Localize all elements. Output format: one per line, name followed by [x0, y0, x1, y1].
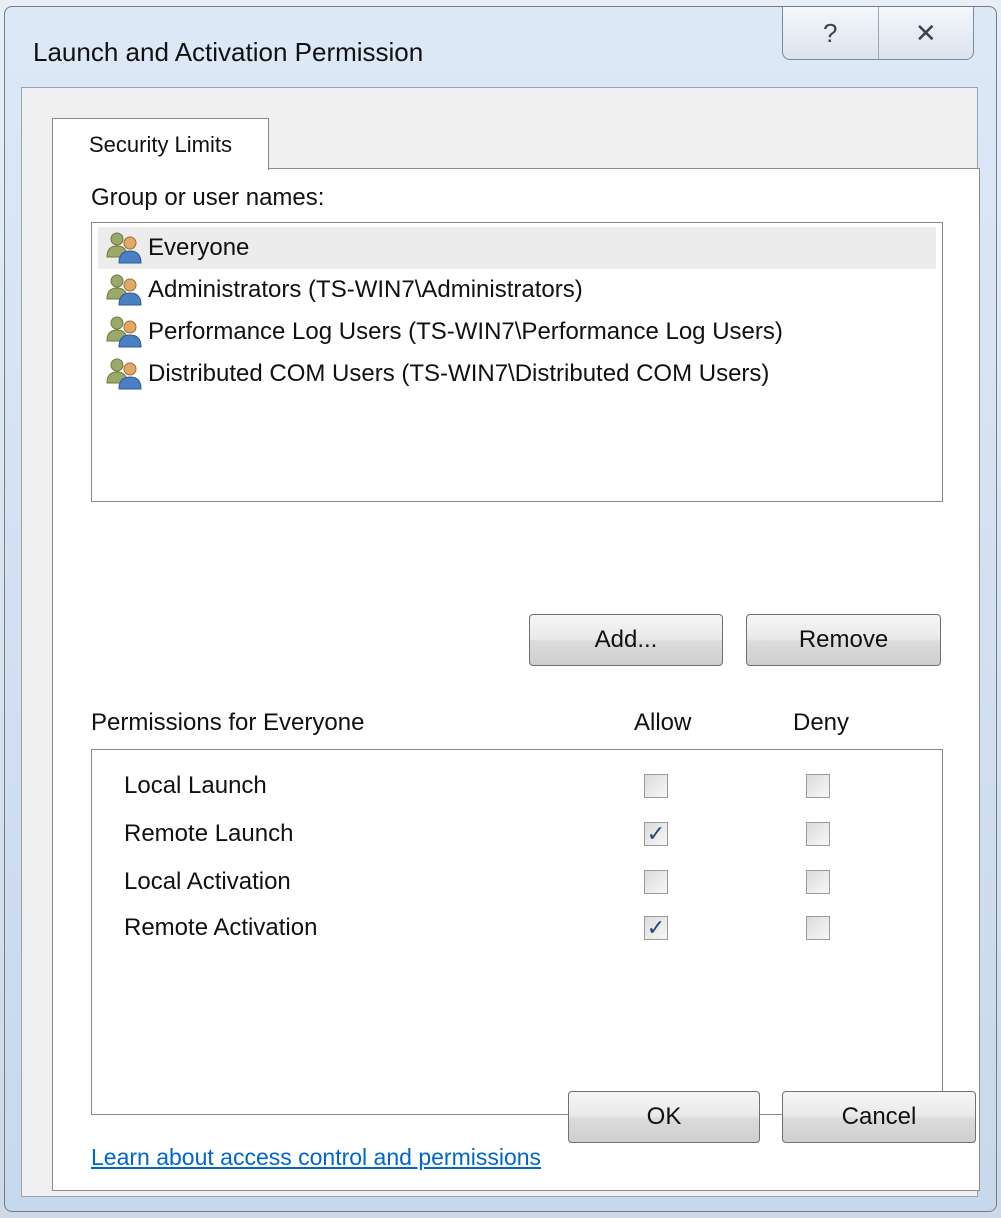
help-button[interactable]: ? [783, 7, 878, 59]
permission-name: Local Launch [124, 772, 267, 799]
list-item[interactable]: Administrators (TS-WIN7\Administrators) [98, 269, 936, 311]
allow-checkbox[interactable] [644, 774, 668, 798]
deny-checkbox[interactable] [806, 822, 830, 846]
tab-security-limits[interactable]: Security Limits [52, 118, 269, 170]
user-name: Everyone [148, 234, 250, 261]
allow-checkbox[interactable]: ✓ [644, 916, 668, 940]
title-bar: Launch and Activation Permission ? ✕ [5, 7, 996, 87]
dialog-window: Launch and Activation Permission ? ✕ Sec… [4, 6, 997, 1212]
permissions-header: Permissions for Everyone [91, 709, 365, 736]
deny-checkbox[interactable] [806, 870, 830, 894]
permission-name: Remote Activation [124, 914, 318, 941]
users-group-icon [104, 231, 144, 265]
permission-row-local-activation: Local Activation [92, 860, 942, 906]
allow-checkbox[interactable]: ✓ [644, 822, 668, 846]
remove-button[interactable]: Remove [746, 614, 941, 666]
permission-row-remote-launch: Remote Launch ✓ [92, 812, 942, 858]
tab-page-security-limits: Group or user names: Everyone Administra… [52, 168, 980, 1191]
add-button[interactable]: Add... [529, 614, 723, 666]
close-button[interactable]: ✕ [877, 7, 974, 59]
permission-name: Remote Launch [124, 820, 294, 847]
caption-buttons: ? ✕ [782, 7, 974, 60]
deny-column-header: Deny [793, 709, 850, 736]
permission-row-local-launch: Local Launch [92, 764, 942, 810]
ok-button[interactable]: OK [568, 1091, 760, 1143]
permission-name: Local Activation [124, 868, 291, 895]
list-item[interactable]: Performance Log Users (TS-WIN7\Performan… [98, 311, 936, 353]
deny-checkbox[interactable] [806, 916, 830, 940]
group-user-list[interactable]: Everyone Administrators (TS-WIN7\Adminis… [91, 222, 943, 502]
window-title: Launch and Activation Permission [33, 37, 424, 67]
close-icon: ✕ [914, 17, 937, 48]
users-group-icon [104, 315, 144, 349]
group-names-label: Group or user names: [91, 184, 325, 211]
users-group-icon [104, 273, 144, 307]
user-name: Administrators (TS-WIN7\Administrators) [148, 276, 583, 303]
permissions-list: Local Launch Remote Launch ✓ Local Activ… [91, 749, 943, 1115]
allow-checkbox[interactable] [644, 870, 668, 894]
learn-access-control-link[interactable]: Learn about access control and permissio… [91, 1144, 541, 1171]
tab-label: Security Limits [88, 131, 233, 157]
user-name: Performance Log Users (TS-WIN7\Performan… [148, 318, 783, 345]
users-group-icon [104, 357, 144, 391]
list-item[interactable]: Distributed COM Users (TS-WIN7\Distribut… [98, 353, 936, 395]
deny-checkbox[interactable] [806, 774, 830, 798]
permission-row-remote-activation: Remote Activation ✓ [92, 906, 942, 952]
allow-column-header: Allow [634, 709, 692, 736]
user-name: Distributed COM Users (TS-WIN7\Distribut… [148, 360, 770, 387]
cancel-button[interactable]: Cancel [782, 1091, 976, 1143]
dialog-client-area: Security Limits Group or user names: Eve… [21, 87, 980, 1197]
help-icon: ? [823, 17, 838, 48]
list-item[interactable]: Everyone [98, 227, 936, 269]
desktop-background: Launch and Activation Permission ? ✕ Sec… [0, 0, 1001, 1218]
